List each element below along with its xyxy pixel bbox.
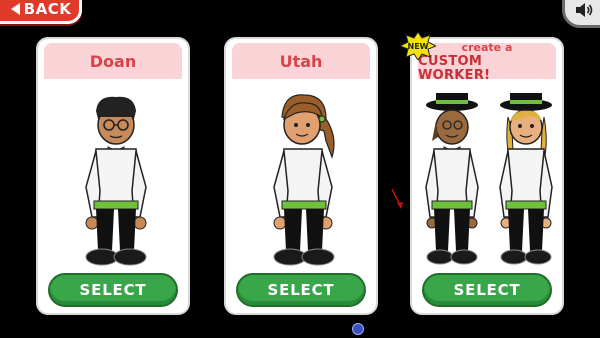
worker-card-custom: create a CUSTOM WORKER! SELECT	[410, 37, 564, 315]
select-doan-button[interactable]: SELECT	[48, 273, 178, 307]
back-label: BACK	[23, 0, 72, 18]
custom-title-line2: CUSTOM WORKER!	[418, 54, 491, 83]
worker-card-utah: Utah SELECT	[224, 37, 378, 315]
select-custom-button[interactable]: SELECT	[422, 273, 552, 307]
new-badge-icon: NEW	[400, 32, 436, 60]
back-arrow-icon	[10, 3, 20, 15]
speaker-icon	[576, 3, 593, 17]
back-button[interactable]: BACK	[0, 0, 82, 24]
worker-utah-portrait	[273, 94, 335, 266]
worker-doan-portrait	[85, 96, 147, 266]
sound-toggle-button[interactable]	[562, 0, 600, 28]
red-arrow-icon	[391, 188, 403, 209]
custom-worker-header: create a CUSTOM WORKER!	[418, 41, 556, 83]
worker-card-doan: Doan SELECT	[36, 37, 190, 315]
new-badge-label: NEW	[408, 42, 429, 51]
card-title: Utah	[232, 43, 370, 79]
select-utah-button[interactable]: SELECT	[236, 273, 366, 307]
bottom-status-icon	[352, 323, 364, 335]
card-title: Doan	[44, 43, 182, 79]
custom-workers-preview	[425, 93, 553, 265]
custom-title-line1: create a	[461, 41, 513, 54]
